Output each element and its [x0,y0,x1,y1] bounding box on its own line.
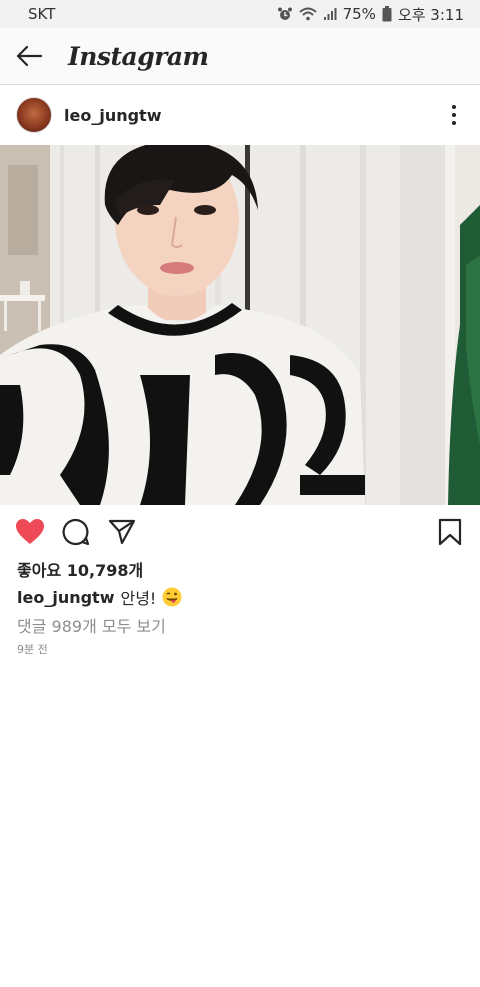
post-photo [0,145,480,505]
post-timestamp: 9분 전 [17,643,48,656]
battery-percent: 75% [342,5,376,23]
post-username[interactable]: leo_jungtw [64,106,161,125]
avatar[interactable] [16,97,52,133]
more-options-button[interactable] [444,100,464,130]
app-title: Instagram [68,41,209,71]
signal-icon [323,7,337,21]
post-header: leo_jungtw [0,86,480,144]
post-image[interactable] [0,145,480,505]
bookmark-icon [438,518,462,546]
like-button[interactable] [14,516,46,548]
wifi-icon [298,7,317,21]
likes-count[interactable]: 좋아요 10,798개 [17,557,143,581]
save-button[interactable] [434,516,466,548]
heart-icon [16,519,44,544]
caption: leo_jungtw 안녕! [17,585,182,609]
battery-icon [382,6,392,22]
share-button[interactable] [106,516,138,548]
clock: 오후 3:11 [397,5,464,24]
view-all-comments-link[interactable]: 댓글 989개 모두 보기 [17,613,166,637]
status-icons: 75% 오후 3:11 [277,4,464,25]
alarm-icon [277,6,293,22]
carrier-label: SKT [28,5,56,23]
app-header: Instagram [0,28,480,85]
arrow-left-icon [16,45,43,67]
more-vertical-icon [452,105,456,109]
tongue-wink-emoji-icon [162,587,182,607]
caption-username[interactable]: leo_jungtw [17,588,114,607]
comment-icon [62,518,90,546]
back-button[interactable] [0,28,58,85]
post-actions [0,512,480,552]
comment-button[interactable] [60,516,92,548]
caption-text: 안녕! [120,589,157,608]
status-bar: SKT 75% 오후 3:11 [0,0,480,28]
send-icon [108,519,136,545]
